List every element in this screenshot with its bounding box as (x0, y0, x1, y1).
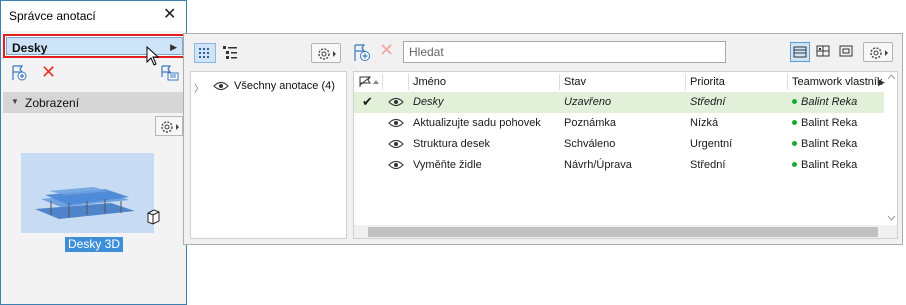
table-view-icon (793, 46, 807, 58)
dropdown-value: Desky (12, 41, 48, 55)
online-status-dot (792, 119, 797, 125)
table-settings-gear-button[interactable] (863, 42, 893, 62)
collapse-triangle-icon: ▼ (11, 97, 19, 106)
delete-icon[interactable]: ✕ (379, 41, 394, 59)
view-thumbnail[interactable] (21, 153, 154, 233)
table-row[interactable]: Vyměňte židle Návrh/Úprava Střední Balin… (354, 155, 884, 176)
row-status: Návrh/Úprava (564, 159, 632, 171)
table-row[interactable]: Struktura desek Schváleno Urgentní Balin… (354, 134, 884, 155)
single-view-icon (839, 45, 853, 57)
row-name: Struktura desek (413, 138, 491, 150)
list-view-icon (223, 46, 237, 59)
delete-icon[interactable]: ✕ (41, 63, 56, 81)
row-name: Desky (413, 96, 444, 108)
palette-title: Správce anotací (9, 9, 96, 23)
horizontal-scrollbar-thumb[interactable] (368, 227, 878, 237)
checkmark-icon: ✔ (362, 94, 373, 109)
tree-view-icon (199, 48, 209, 58)
row-owner: Balint Reka (792, 155, 884, 175)
eye-icon[interactable] (213, 80, 229, 94)
online-status-dot (792, 140, 797, 146)
column-header-priority[interactable]: Priorita (690, 72, 725, 92)
gear-icon (318, 48, 336, 60)
chevron-right-icon: ▶ (170, 42, 177, 52)
table-row[interactable]: ✔ Desky Uzavřeno Střední Balint Reka (354, 92, 884, 113)
online-status-dot (792, 98, 797, 104)
row-status: Poznámka (564, 117, 616, 129)
tree-toolbar (190, 41, 347, 69)
add-annotation-icon[interactable] (11, 65, 27, 84)
column-header-teamwork-owner[interactable]: Teamwork vlastník (792, 72, 882, 92)
gear-icon (870, 47, 888, 59)
close-icon[interactable]: ✕ (163, 7, 176, 23)
row-owner: Balint Reka (792, 92, 884, 112)
search-input[interactable] (403, 41, 726, 63)
eye-icon[interactable] (388, 155, 404, 182)
tree-root-label[interactable]: Všechny anotace (4) (234, 80, 335, 92)
online-status-dot (792, 161, 797, 167)
3d-cube-icon (146, 209, 160, 228)
column-header-status[interactable]: Stav (564, 72, 586, 92)
row-priority: Urgentní (690, 138, 733, 150)
annotation-table-pane: ✕ Hledat Jméno Stav Priorita Teamwork vl… (353, 41, 898, 241)
row-name: Vyměňte židle (413, 159, 482, 171)
add-annotation-icon[interactable] (353, 44, 371, 65)
card-view-icon (816, 45, 830, 57)
mouse-cursor-icon (146, 46, 160, 66)
row-priority: Střední (690, 159, 726, 171)
row-status: Schváleno (564, 138, 616, 150)
tree-view-button[interactable] (194, 43, 216, 63)
row-owner: Balint Reka (792, 134, 884, 154)
column-header-name[interactable]: Jméno (413, 72, 446, 92)
single-view-button[interactable] (837, 42, 857, 62)
hierarchy-view-button[interactable] (220, 43, 242, 63)
gear-icon (161, 121, 179, 133)
annotation-table: Jméno Stav Priorita Teamwork vlastník ▶ … (353, 71, 898, 239)
palette-titlebar: Správce anotací ✕ (1, 1, 186, 31)
table-toolbar: ✕ (353, 41, 898, 69)
annotation-tree: 〉 Všechny anotace (4) (190, 71, 347, 239)
table-row[interactable]: Aktualizujte sadu pohovek Poznámka Nízká… (354, 113, 884, 134)
select-elements-icon[interactable] (161, 65, 179, 84)
row-priority: Střední (690, 96, 726, 108)
row-status: Uzavřeno (564, 96, 612, 108)
annotation-tree-pane: 〉 Všechny anotace (4) (190, 41, 347, 241)
table-view-button[interactable] (790, 42, 810, 62)
vertical-scrollbar[interactable] (885, 72, 897, 225)
tree-settings-gear-button[interactable] (311, 43, 341, 63)
view-section-header[interactable]: ▼ Zobrazení (3, 92, 186, 113)
card-view-button[interactable] (814, 42, 834, 62)
view-settings-gear-button[interactable] (155, 116, 183, 136)
row-owner: Balint Reka (792, 113, 884, 133)
row-priority: Nízká (690, 117, 719, 129)
view-section-label: Zobrazení (25, 96, 80, 110)
chevron-right-icon: ▶ (878, 77, 885, 87)
row-name: Aktualizujte sadu pohovek (413, 117, 541, 129)
horizontal-scrollbar[interactable] (354, 225, 897, 238)
expand-chevron-icon[interactable]: 〉 (194, 80, 204, 95)
thumbnail-caption[interactable]: Desky 3D (65, 237, 124, 252)
sort-status-header-icon[interactable] (357, 72, 383, 92)
annotation-list-window: 〉 Všechny anotace (4) ✕ Hledat Jméno Sta… (183, 33, 903, 245)
